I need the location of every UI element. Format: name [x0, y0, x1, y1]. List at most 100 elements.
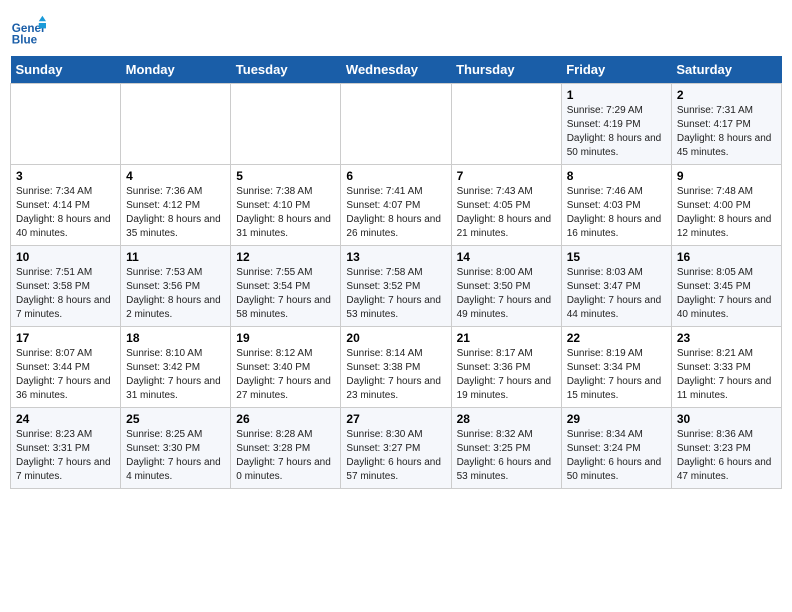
day-number: 27: [346, 412, 445, 426]
calendar-cell: 21 Sunrise: 8:17 AM Sunset: 3:36 PM Dayli…: [451, 327, 561, 408]
day-detail: Sunrise: 7:41 AM Sunset: 4:07 PM Dayligh…: [346, 185, 445, 241]
day-number: 8: [567, 169, 666, 183]
calendar-cell: 5 Sunrise: 7:38 AM Sunset: 4:10 PM Daylig…: [231, 165, 341, 246]
calendar-cell: 14 Sunrise: 8:00 AM Sunset: 3:50 PM Dayli…: [451, 246, 561, 327]
day-detail: Sunrise: 8:19 AM Sunset: 3:34 PM Dayligh…: [567, 347, 666, 403]
day-number: 3: [16, 169, 115, 183]
calendar-cell: 20 Sunrise: 8:14 AM Sunset: 3:38 PM Dayli…: [341, 327, 451, 408]
day-detail: Sunrise: 8:21 AM Sunset: 3:33 PM Dayligh…: [677, 347, 776, 403]
calendar-cell: 10 Sunrise: 7:51 AM Sunset: 3:58 PM Dayli…: [11, 246, 121, 327]
logo-icon: General Blue: [10, 14, 46, 50]
day-detail: Sunrise: 8:00 AM Sunset: 3:50 PM Dayligh…: [457, 266, 556, 322]
calendar-cell: 30 Sunrise: 8:36 AM Sunset: 3:23 PM Dayli…: [671, 408, 781, 489]
day-number: 12: [236, 250, 335, 264]
weekday-header-tuesday: Tuesday: [231, 56, 341, 84]
calendar-cell: 16 Sunrise: 8:05 AM Sunset: 3:45 PM Dayli…: [671, 246, 781, 327]
calendar-cell: 23 Sunrise: 8:21 AM Sunset: 3:33 PM Dayli…: [671, 327, 781, 408]
calendar-cell: 19 Sunrise: 8:12 AM Sunset: 3:40 PM Dayli…: [231, 327, 341, 408]
calendar-cell: 6 Sunrise: 7:41 AM Sunset: 4:07 PM Daylig…: [341, 165, 451, 246]
weekday-header-sunday: Sunday: [11, 56, 121, 84]
day-detail: Sunrise: 7:38 AM Sunset: 4:10 PM Dayligh…: [236, 185, 335, 241]
day-number: 4: [126, 169, 225, 183]
day-number: 20: [346, 331, 445, 345]
calendar-cell: 3Sunrise: 7:34 AM Sunset: 4:14 PM Daylig…: [11, 165, 121, 246]
day-number: 13: [346, 250, 445, 264]
day-detail: Sunrise: 8:25 AM Sunset: 3:30 PM Dayligh…: [126, 428, 225, 484]
calendar-cell: [121, 84, 231, 165]
weekday-header-saturday: Saturday: [671, 56, 781, 84]
day-detail: Sunrise: 8:12 AM Sunset: 3:40 PM Dayligh…: [236, 347, 335, 403]
calendar-table: SundayMondayTuesdayWednesdayThursdayFrid…: [10, 56, 782, 489]
day-detail: Sunrise: 8:14 AM Sunset: 3:38 PM Dayligh…: [346, 347, 445, 403]
calendar-week-row: 10 Sunrise: 7:51 AM Sunset: 3:58 PM Dayli…: [11, 246, 782, 327]
day-number: 6: [346, 169, 445, 183]
day-detail: Sunrise: 8:03 AM Sunset: 3:47 PM Dayligh…: [567, 266, 666, 322]
day-number: 25: [126, 412, 225, 426]
calendar-week-row: 24 Sunrise: 8:23 AM Sunset: 3:31 PM Dayli…: [11, 408, 782, 489]
day-detail: Sunrise: 7:36 AM Sunset: 4:12 PM Dayligh…: [126, 185, 225, 241]
calendar-cell: [11, 84, 121, 165]
calendar-cell: [451, 84, 561, 165]
svg-text:Blue: Blue: [12, 34, 38, 47]
day-number: 22: [567, 331, 666, 345]
day-number: 29: [567, 412, 666, 426]
calendar-cell: [231, 84, 341, 165]
calendar-cell: 7 Sunrise: 7:43 AM Sunset: 4:05 PM Daylig…: [451, 165, 561, 246]
day-detail: Sunrise: 8:28 AM Sunset: 3:28 PM Dayligh…: [236, 428, 335, 484]
day-number: 5: [236, 169, 335, 183]
calendar-cell: 17 Sunrise: 8:07 AM Sunset: 3:44 PM Dayli…: [11, 327, 121, 408]
day-number: 11: [126, 250, 225, 264]
day-detail: Sunrise: 8:23 AM Sunset: 3:31 PM Dayligh…: [16, 428, 115, 484]
weekday-header-thursday: Thursday: [451, 56, 561, 84]
day-number: 10: [16, 250, 115, 264]
day-detail: Sunrise: 8:05 AM Sunset: 3:45 PM Dayligh…: [677, 266, 776, 322]
day-detail: Sunrise: 8:17 AM Sunset: 3:36 PM Dayligh…: [457, 347, 556, 403]
calendar-cell: 22 Sunrise: 8:19 AM Sunset: 3:34 PM Dayli…: [561, 327, 671, 408]
logo: General Blue: [10, 14, 50, 50]
day-number: 19: [236, 331, 335, 345]
calendar-cell: 26 Sunrise: 8:28 AM Sunset: 3:28 PM Dayli…: [231, 408, 341, 489]
calendar-header-row: SundayMondayTuesdayWednesdayThursdayFrid…: [11, 56, 782, 84]
day-number: 26: [236, 412, 335, 426]
day-detail: Sunrise: 8:34 AM Sunset: 3:24 PM Dayligh…: [567, 428, 666, 484]
day-number: 1: [567, 88, 666, 102]
weekday-header-friday: Friday: [561, 56, 671, 84]
day-detail: Sunrise: 7:55 AM Sunset: 3:54 PM Dayligh…: [236, 266, 335, 322]
day-number: 24: [16, 412, 115, 426]
day-detail: Sunrise: 8:10 AM Sunset: 3:42 PM Dayligh…: [126, 347, 225, 403]
day-detail: Sunrise: 8:32 AM Sunset: 3:25 PM Dayligh…: [457, 428, 556, 484]
day-number: 23: [677, 331, 776, 345]
calendar-cell: 27 Sunrise: 8:30 AM Sunset: 3:27 PM Dayli…: [341, 408, 451, 489]
day-detail: Sunrise: 8:07 AM Sunset: 3:44 PM Dayligh…: [16, 347, 115, 403]
day-number: 9: [677, 169, 776, 183]
day-detail: Sunrise: 7:43 AM Sunset: 4:05 PM Dayligh…: [457, 185, 556, 241]
day-detail: Sunrise: 8:36 AM Sunset: 3:23 PM Dayligh…: [677, 428, 776, 484]
day-number: 28: [457, 412, 556, 426]
calendar-cell: 24 Sunrise: 8:23 AM Sunset: 3:31 PM Dayli…: [11, 408, 121, 489]
day-detail: Sunrise: 7:31 AM Sunset: 4:17 PM Dayligh…: [677, 104, 776, 160]
calendar-cell: 4 Sunrise: 7:36 AM Sunset: 4:12 PM Daylig…: [121, 165, 231, 246]
calendar-cell: [341, 84, 451, 165]
day-detail: Sunrise: 7:29 AM Sunset: 4:19 PM Dayligh…: [567, 104, 666, 160]
calendar-week-row: 1 Sunrise: 7:29 AM Sunset: 4:19 PM Daylig…: [11, 84, 782, 165]
calendar-cell: 11Sunrise: 7:53 AM Sunset: 3:56 PM Dayli…: [121, 246, 231, 327]
day-detail: Sunrise: 8:30 AM Sunset: 3:27 PM Dayligh…: [346, 428, 445, 484]
day-detail: Sunrise: 7:51 AM Sunset: 3:58 PM Dayligh…: [16, 266, 115, 322]
day-number: 21: [457, 331, 556, 345]
day-number: 17: [16, 331, 115, 345]
day-number: 18: [126, 331, 225, 345]
day-number: 16: [677, 250, 776, 264]
day-number: 7: [457, 169, 556, 183]
day-number: 30: [677, 412, 776, 426]
calendar-cell: 15Sunrise: 8:03 AM Sunset: 3:47 PM Dayli…: [561, 246, 671, 327]
calendar-cell: 25 Sunrise: 8:25 AM Sunset: 3:30 PM Dayli…: [121, 408, 231, 489]
calendar-week-row: 3Sunrise: 7:34 AM Sunset: 4:14 PM Daylig…: [11, 165, 782, 246]
day-number: 14: [457, 250, 556, 264]
calendar-cell: 2 Sunrise: 7:31 AM Sunset: 4:17 PM Daylig…: [671, 84, 781, 165]
calendar-cell: 12 Sunrise: 7:55 AM Sunset: 3:54 PM Dayli…: [231, 246, 341, 327]
header: General Blue: [10, 10, 782, 50]
day-number: 2: [677, 88, 776, 102]
day-detail: Sunrise: 7:48 AM Sunset: 4:00 PM Dayligh…: [677, 185, 776, 241]
calendar-cell: 13Sunrise: 7:58 AM Sunset: 3:52 PM Dayli…: [341, 246, 451, 327]
weekday-header-wednesday: Wednesday: [341, 56, 451, 84]
